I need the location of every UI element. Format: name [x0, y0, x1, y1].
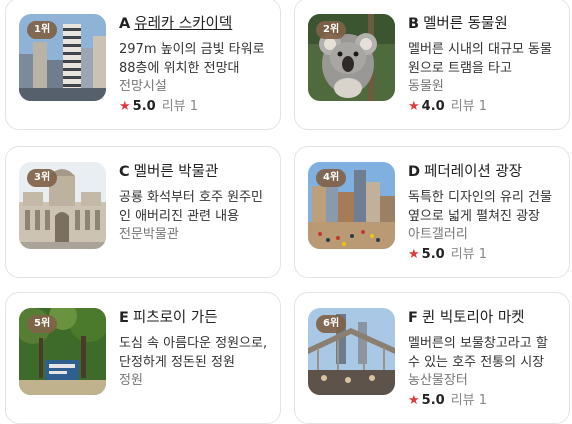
attraction-title[interactable]: E 피츠로이 가든 — [119, 308, 269, 330]
attraction-description: 독특한 디자인의 유리 건물 옆으로 넓게 펼쳐진 광장 — [408, 190, 552, 224]
attraction-description: 297m 높이의 금빛 타워로 88층에 위치한 전망대 — [119, 42, 265, 76]
attraction-description: 도심 속 아름다운 정원으로, 단정하게 정돈된 정원 — [119, 336, 268, 370]
star-icon: ★ — [119, 99, 131, 114]
rank-badge: 5위 — [27, 315, 58, 333]
rank-badge: 4위 — [316, 169, 347, 187]
marker-letter: F — [408, 310, 418, 326]
attraction-category: 동물원 — [408, 79, 444, 94]
attraction-description: 멜버른 시내의 대규모 동물원으로 트램을 타고 — [408, 42, 552, 76]
attraction-photo[interactable]: 6위 — [308, 308, 395, 395]
rating-row: ★ 5.0 리뷰 1 — [119, 98, 269, 116]
review-count: 리뷰 1 — [450, 99, 488, 114]
attraction-card-c[interactable]: 3위 C 멜버른 박물관 공룡 화석부터 호주 원주민인 애버리진 관련 내용 전… — [5, 146, 281, 278]
marker-letter: E — [119, 310, 129, 326]
attraction-card-d[interactable]: 4위 D 페더레이션 광장 독특한 디자인의 유리 건물 옆으로 넓게 펼쳐진 광… — [294, 146, 570, 278]
attraction-title[interactable]: A 유레카 스카이덱 — [119, 14, 269, 36]
attraction-name-link[interactable]: 유레카 스카이덱 — [134, 16, 232, 32]
rating-score: 4.0 — [421, 99, 445, 114]
attraction-photo[interactable]: 1위 — [19, 14, 106, 101]
attraction-title[interactable]: C 멜버른 박물관 — [119, 162, 269, 184]
attraction-category: 정원 — [119, 373, 143, 388]
attraction-name-link[interactable]: 멜버른 동물원 — [423, 16, 508, 32]
attraction-card-a[interactable]: 1위 A 유레카 스카이덱 297m 높이의 금빛 타워로 88층에 위치한 전망… — [5, 0, 281, 130]
star-icon: ★ — [408, 247, 420, 262]
attraction-category: 전망시설 — [119, 79, 167, 94]
marker-letter: C — [119, 164, 130, 180]
marker-letter: A — [119, 16, 131, 32]
attraction-category: 농산물장터 — [408, 373, 468, 388]
attraction-category: 아트갤러리 — [408, 227, 468, 242]
attraction-category: 전문박물관 — [119, 227, 179, 242]
attraction-name-link[interactable]: 멜버른 박물관 — [134, 164, 219, 180]
attraction-photo[interactable]: 5위 — [19, 308, 106, 395]
review-count: 리뷰 1 — [450, 247, 488, 262]
attraction-photo[interactable]: 3위 — [19, 162, 106, 249]
attraction-title[interactable]: B 멜버른 동물원 — [408, 14, 558, 36]
attraction-name-link[interactable]: 페더레이션 광장 — [424, 164, 522, 180]
review-count: 리뷰 1 — [161, 99, 199, 114]
attraction-title[interactable]: F퀸 빅토리아 마켓 — [408, 308, 558, 330]
rating-row: ★ 4.0 리뷰 1 — [408, 98, 558, 116]
attraction-description: 공룡 화석부터 호주 원주민인 애버리진 관련 내용 — [119, 190, 263, 224]
attraction-name-link[interactable]: 퀸 빅토리아 마켓 — [422, 310, 525, 326]
attraction-description: 멜버른의 보물창고라고 할 수 있는 호주 전통의 시장 — [408, 336, 548, 370]
rating-row: ★ 5.0 리뷰 1 — [408, 246, 558, 264]
attraction-card-e[interactable]: 5위 E 피츠로이 가든 도심 속 아름다운 정원으로, 단정하게 정돈된 정원 … — [5, 292, 281, 424]
rank-badge: 6위 — [316, 315, 347, 333]
star-icon: ★ — [408, 99, 420, 114]
rating-score: 5.0 — [132, 99, 156, 114]
attraction-card-b[interactable]: 2위 B 멜버른 동물원 멜버른 시내의 대규모 동물원으로 트램을 타고 동물원… — [294, 0, 570, 130]
attraction-name-link[interactable]: 피츠로이 가든 — [133, 310, 218, 326]
rating-row: ★ 5.0 리뷰 1 — [408, 392, 558, 410]
rank-badge: 2위 — [316, 21, 347, 39]
review-count: 리뷰 1 — [450, 393, 488, 408]
rating-score: 5.0 — [421, 393, 445, 408]
marker-letter: D — [408, 164, 421, 180]
rating-score: 5.0 — [421, 247, 445, 262]
rank-badge: 3위 — [27, 169, 58, 187]
attraction-photo[interactable]: 2위 — [308, 14, 395, 101]
attraction-title[interactable]: D 페더레이션 광장 — [408, 162, 558, 184]
attraction-card-f[interactable]: 6위 F퀸 빅토리아 마켓 멜버른의 보물창고라고 할 수 있는 호주 전통의 … — [294, 292, 570, 424]
attraction-photo[interactable]: 4위 — [308, 162, 395, 249]
star-icon: ★ — [408, 393, 420, 408]
marker-letter: B — [408, 16, 420, 32]
rank-badge: 1위 — [27, 21, 58, 39]
